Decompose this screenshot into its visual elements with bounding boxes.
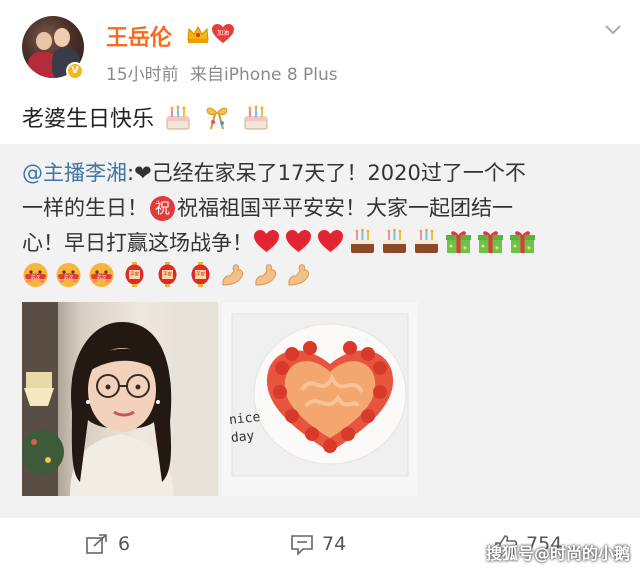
repost-line-2-a: 一样的生日！: [22, 196, 148, 220]
strong-arm-icon: [222, 264, 244, 286]
jiayou-heart-badge-icon: 加油: [211, 22, 235, 46]
svg-text:平安: 平安: [196, 271, 205, 278]
chevron-down-icon[interactable]: [604, 24, 622, 36]
repost-card[interactable]: @主播李湘:❤己经在家呆了17天了！2020过了一个不 一样的生日！祝祝福祖国平…: [0, 144, 640, 518]
lantern-icon: 平安: [191, 262, 210, 287]
comment-count: 74: [322, 533, 347, 555]
avatar-face: [36, 32, 52, 50]
repost-line-1: @主播李湘:❤己经在家呆了17天了！2020过了一个不: [22, 156, 622, 191]
wuhan-fighting-icon: 武汉: [56, 263, 81, 287]
gift-icon: [478, 231, 503, 253]
repost-line-2-b: 祝福祖国平平安安！大家一起团结一: [177, 196, 513, 220]
cake-icon: [415, 228, 438, 253]
gift-icon: [510, 231, 535, 253]
gift-icon: [446, 231, 471, 253]
zhu-badge-icon: 祝: [150, 196, 175, 221]
portrait-image: [22, 302, 218, 496]
wuhan-fighting-icon: 武汉: [23, 263, 48, 287]
cake-icon: [166, 105, 190, 130]
repost-line-3: 心！早日打赢这场战争！: [22, 226, 622, 261]
cake-icon: [383, 228, 406, 253]
svg-text:平安: 平安: [163, 271, 172, 278]
wuhan-fighting-icon: 武汉: [89, 263, 114, 287]
watermark: 搜狐号@时尚的小鹅: [486, 544, 631, 563]
cake-icon: [244, 105, 268, 130]
repost-line-2: 一样的生日！祝祝福祖国平平安安！大家一起团结一: [22, 191, 622, 226]
repost-line-3-text: 心！早日打赢这场战争！: [22, 231, 253, 255]
lantern-icon: 平安: [125, 262, 144, 287]
comment-button[interactable]: 74: [290, 532, 380, 556]
svg-text:武汉: 武汉: [64, 273, 73, 280]
share-button[interactable]: 6: [86, 532, 156, 556]
repost-text: @主播李湘:❤己经在家呆了17天了！2020过了一个不 一样的生日！祝祝福祖国平…: [22, 156, 622, 261]
strong-arm-icon: [255, 264, 277, 286]
badge-text: 加油: [216, 30, 229, 37]
svg-text:武汉: 武汉: [31, 273, 40, 280]
heart-icon: [254, 230, 279, 252]
post-time: 15小时前: [106, 65, 179, 85]
mention-link[interactable]: @主播李湘: [22, 161, 127, 185]
username[interactable]: 王岳伦: [106, 20, 172, 52]
lantern-icon: 平安: [158, 262, 177, 287]
svg-text:平安: 平安: [130, 271, 139, 278]
heart-icon: [318, 230, 343, 252]
emoji-group: [253, 228, 541, 255]
share-icon: [86, 534, 107, 554]
gift-bow-icon: [206, 107, 228, 130]
strong-arm-icon: [288, 264, 310, 286]
repost-line-1-text: :❤己经在家呆了17天了！2020过了一个不: [127, 161, 526, 185]
post-source: 来自iPhone 8 Plus: [190, 65, 338, 85]
post-meta: 15小时前 来自iPhone 8 Plus: [106, 60, 338, 85]
heart-icon: [286, 230, 311, 252]
cake-image: [222, 302, 418, 496]
cake-photo[interactable]: nice day: [222, 302, 418, 496]
verified-badge-icon: V: [66, 62, 84, 80]
comment-icon: [291, 535, 313, 556]
avatar-face: [54, 28, 70, 47]
share-count: 6: [118, 533, 131, 555]
cake-photo-caption: nice day: [228, 409, 262, 447]
emoji-row: 武汉 武汉 武汉 平安 平安 平安: [22, 261, 319, 291]
post-text: 老婆生日快乐: [22, 101, 271, 133]
crown-icon: [187, 25, 209, 43]
portrait-photo[interactable]: [22, 302, 218, 496]
svg-text:武汉: 武汉: [97, 273, 106, 280]
post-body: 老婆生日快乐: [22, 107, 155, 132]
cake-icon: [351, 228, 374, 253]
